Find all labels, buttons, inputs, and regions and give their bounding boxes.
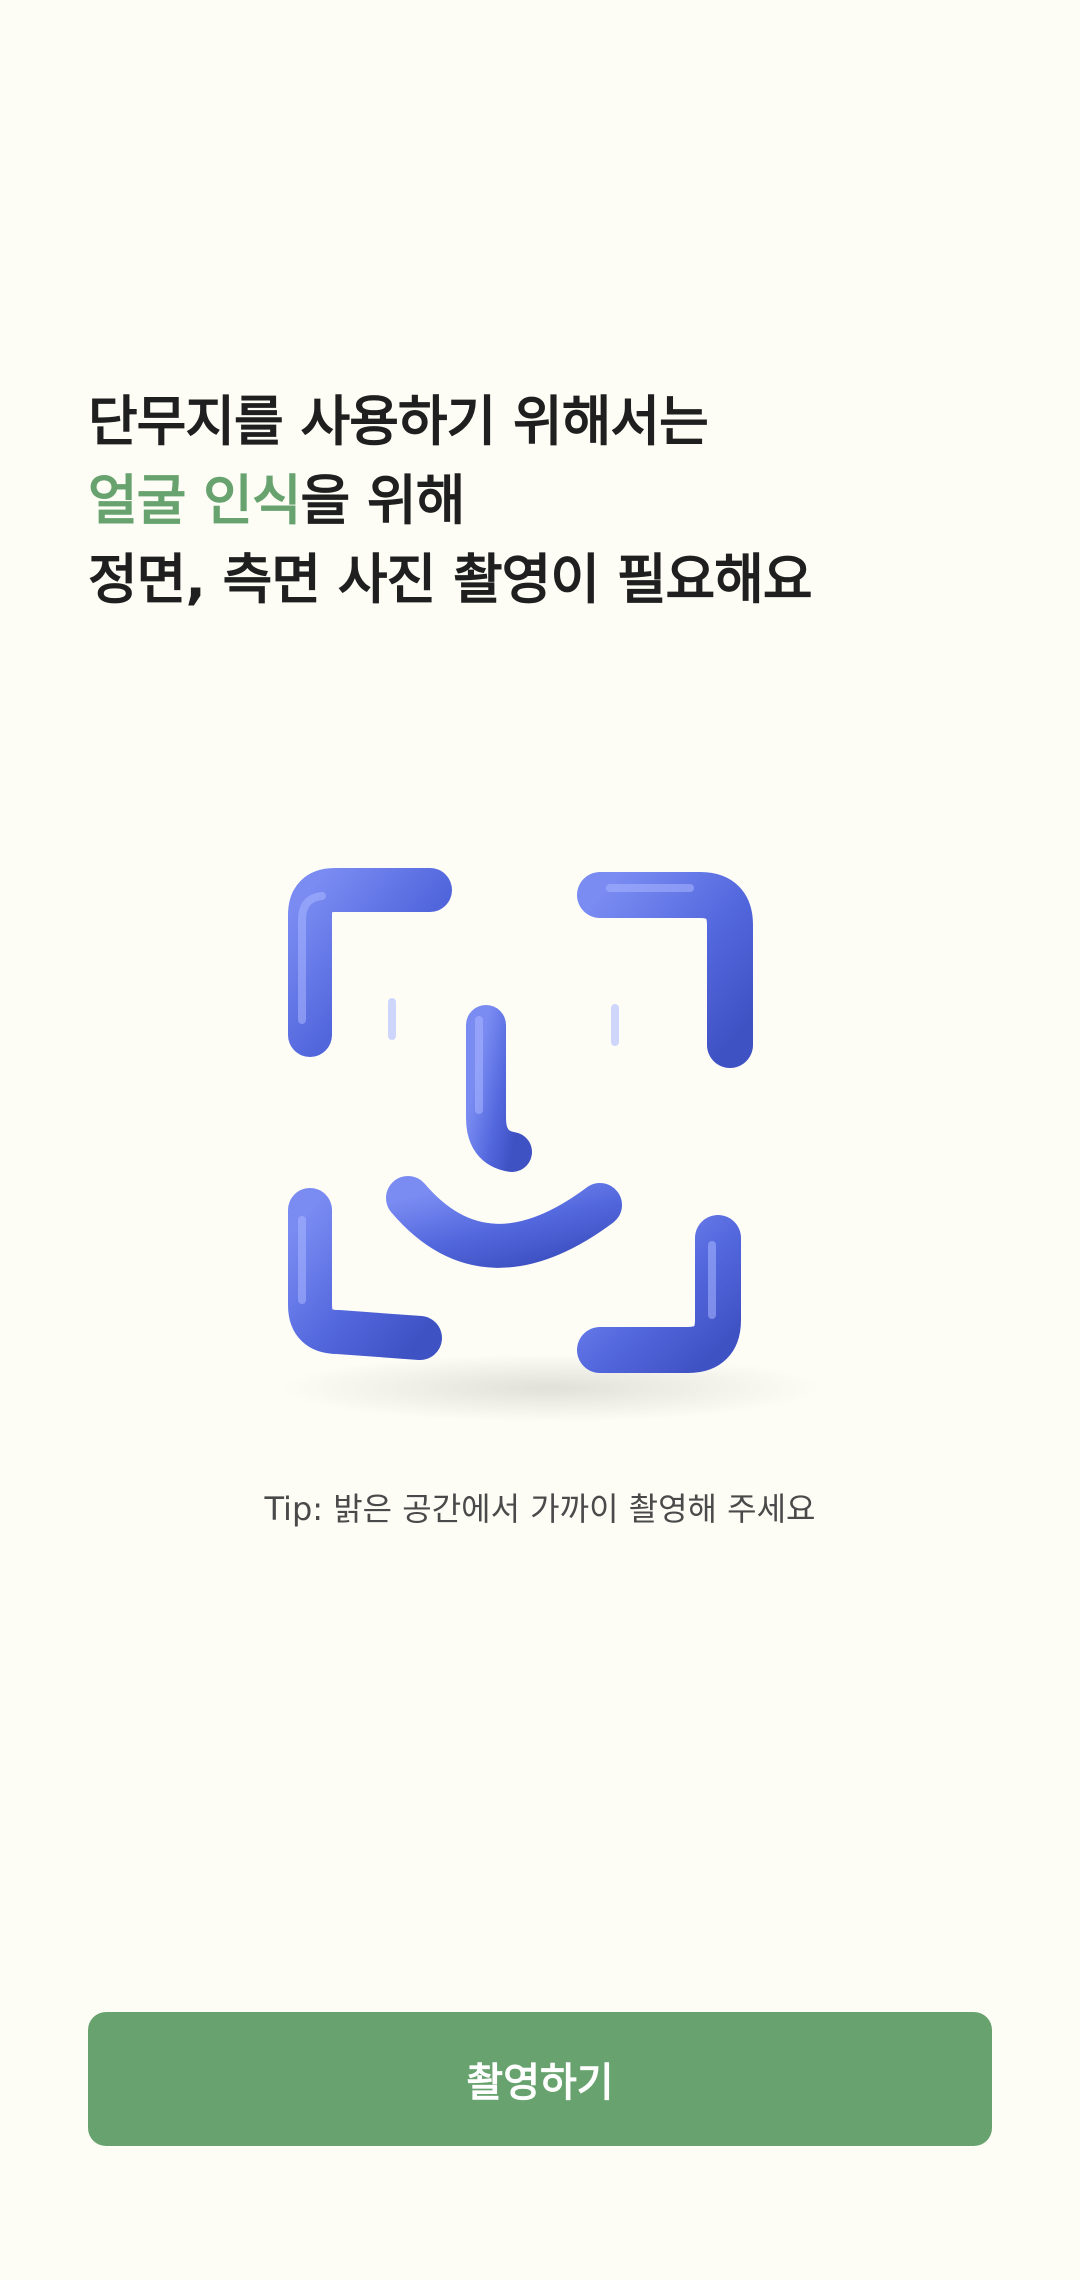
tip-message: 밝은 공간에서 가까이 촬영해 주세요	[323, 1490, 816, 1528]
headline-line-3: 정면, 측면 사진 촬영이 필요해요	[88, 548, 813, 611]
face-registration-screen: 단무지를 사용하기 위해서는 얼굴 인식을 위해 정면, 측면 사진 촬영이 필…	[0, 0, 1080, 2280]
tip-text: Tip: 밝은 공간에서 가까이 촬영해 주세요	[0, 1484, 1080, 1530]
tip-label: Tip:	[264, 1490, 324, 1528]
headline: 단무지를 사용하기 위해서는 얼굴 인식을 위해 정면, 측면 사진 촬영이 필…	[88, 382, 1008, 619]
headline-line-2: 얼굴 인식을 위해	[88, 461, 1008, 540]
mouth	[386, 1176, 622, 1268]
headline-accent: 얼굴 인식	[88, 469, 302, 532]
frame-corner-bottom-left	[288, 1188, 442, 1360]
headline-line-1: 단무지를 사용하기 위해서는	[88, 390, 709, 453]
headline-line-2-rest: 을 위해	[300, 469, 466, 532]
floor-shadow	[280, 1354, 820, 1422]
face-id-illustration	[260, 860, 820, 1440]
take-photo-button-label: 촬영하기	[466, 2060, 614, 2106]
nose	[466, 1005, 532, 1172]
face-id-icon	[280, 868, 820, 1422]
take-photo-button[interactable]: 촬영하기	[88, 2012, 992, 2146]
frame-corner-bottom-right	[577, 1215, 741, 1373]
